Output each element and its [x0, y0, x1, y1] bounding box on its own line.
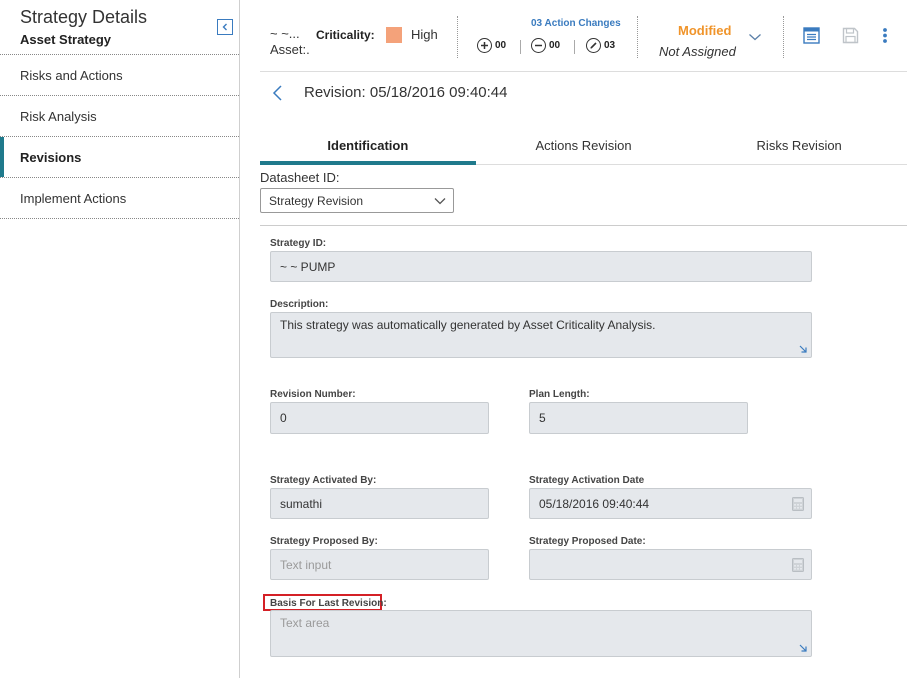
section-divider — [260, 225, 907, 226]
removed-count[interactable]: 00 — [531, 38, 560, 53]
sidebar-header: Strategy Details Asset Strategy — [0, 0, 239, 55]
criticality-value: High — [411, 27, 438, 42]
toolbar-divider — [457, 16, 458, 58]
revision-number-field[interactable]: 0 — [270, 402, 489, 434]
basis-label: Basis For Last Revision: — [270, 598, 387, 609]
more-vertical-icon[interactable] — [881, 27, 889, 44]
description-value: This strategy was automatically generate… — [280, 318, 656, 332]
sidebar-item-revisions[interactable]: Revisions — [0, 137, 239, 178]
sidebar-item-risk-analysis[interactable]: Risk Analysis — [0, 96, 239, 137]
revision-number-value: 0 — [280, 411, 287, 425]
revision-number-label: Revision Number: — [270, 389, 356, 400]
action-changes-link[interactable]: 03 Action Changes — [531, 18, 621, 29]
pencil-circle-icon — [586, 38, 601, 53]
datasheet-select[interactable]: Strategy Revision — [260, 188, 454, 213]
sidebar-item-risks-and-actions[interactable]: Risks and Actions — [0, 55, 239, 96]
activation-date-value: 05/18/2016 09:40:44 — [539, 496, 650, 511]
basis-placeholder: Text area — [280, 616, 330, 630]
proposed-by-label: Strategy Proposed By: — [270, 536, 378, 547]
edited-count[interactable]: 03 — [586, 38, 615, 53]
sidebar: Strategy Details Asset Strategy Risks an… — [0, 0, 240, 678]
datasheet-icon[interactable] — [803, 27, 820, 44]
criticality-swatch — [386, 27, 402, 43]
chevron-down-icon[interactable] — [748, 32, 762, 42]
asset-type: Asset:. — [270, 42, 310, 57]
strategy-toolbar: ~ ~... Asset:. Criticality: High 03 Acti… — [260, 0, 907, 72]
datasheet-select-value: Strategy Revision — [269, 193, 364, 208]
activation-date-label: Strategy Activation Date — [529, 475, 645, 486]
asset-name: ~ ~... — [270, 26, 300, 41]
asset-info[interactable]: ~ ~... Asset:. — [270, 26, 310, 58]
minus-circle-icon — [531, 38, 546, 53]
criticality-label: Criticality: — [316, 28, 375, 42]
plus-circle-icon — [477, 38, 492, 53]
added-count[interactable]: 00 — [477, 38, 506, 53]
toolbar-divider — [783, 16, 784, 58]
activated-by-label: Strategy Activated By: — [270, 475, 377, 486]
resize-handle-icon[interactable] — [798, 344, 808, 354]
save-icon[interactable] — [842, 27, 859, 44]
sidebar-item-implement-actions[interactable]: Implement Actions — [0, 178, 239, 219]
removed-count-value: 00 — [549, 40, 561, 51]
toolbar-divider — [637, 16, 638, 58]
activated-by-field[interactable]: sumathi — [270, 488, 489, 519]
count-separator — [520, 40, 521, 54]
basis-textarea[interactable]: Text area — [270, 610, 812, 657]
sidebar-title: Strategy Details — [20, 7, 148, 27]
tab-risks-revision[interactable]: Risks Revision — [691, 127, 907, 164]
proposed-by-input[interactable]: Text input — [270, 549, 489, 580]
sidebar-subtitle: Asset Strategy — [20, 32, 112, 47]
back-arrow-icon[interactable] — [271, 84, 285, 102]
sidebar-item-label: Implement Actions — [20, 190, 127, 206]
activation-date-field[interactable]: 05/18/2016 09:40:44 — [529, 488, 812, 519]
datasheet-id-label: Datasheet ID: — [260, 170, 340, 185]
revision-title: Revision: 05/18/2016 09:40:44 — [304, 84, 508, 101]
description-label: Description: — [270, 299, 329, 310]
sidebar-item-label: Risks and Actions — [20, 67, 123, 83]
activated-by-value: sumathi — [280, 496, 323, 511]
strategy-id-label: Strategy ID: — [270, 238, 327, 249]
proposed-date-field[interactable] — [529, 549, 812, 580]
edited-count-value: 03 — [604, 40, 616, 51]
state-assignee: Not Assigned — [659, 44, 736, 59]
description-textarea[interactable]: This strategy was automatically generate… — [270, 312, 812, 358]
sidebar-item-label: Revisions — [20, 149, 82, 165]
sidebar-item-label: Risk Analysis — [20, 108, 97, 124]
strategy-id-field[interactable]: ~ ~ PUMP — [270, 251, 812, 282]
plan-length-value: 5 — [539, 411, 546, 425]
plan-length-label: Plan Length: — [529, 389, 590, 400]
added-count-value: 00 — [495, 40, 507, 51]
proposed-date-label: Strategy Proposed Date: — [529, 536, 646, 547]
strategy-id-value: ~ ~ PUMP — [280, 259, 336, 274]
tab-identification[interactable]: Identification — [260, 127, 476, 165]
revision-tabs: Identification Actions Revision Risks Re… — [260, 127, 907, 165]
chevron-left-icon — [222, 23, 227, 31]
calculator-icon[interactable] — [792, 497, 804, 511]
count-separator — [574, 40, 575, 54]
proposed-by-placeholder: Text input — [280, 557, 332, 572]
resize-handle-icon[interactable] — [798, 643, 808, 653]
strategy-state[interactable]: Modified — [678, 23, 731, 38]
tab-actions-revision[interactable]: Actions Revision — [476, 127, 692, 164]
collapse-sidebar-button[interactable] — [217, 19, 233, 35]
plan-length-field[interactable]: 5 — [529, 402, 748, 434]
chevron-down-icon — [434, 198, 446, 205]
calculator-icon[interactable] — [792, 558, 804, 572]
